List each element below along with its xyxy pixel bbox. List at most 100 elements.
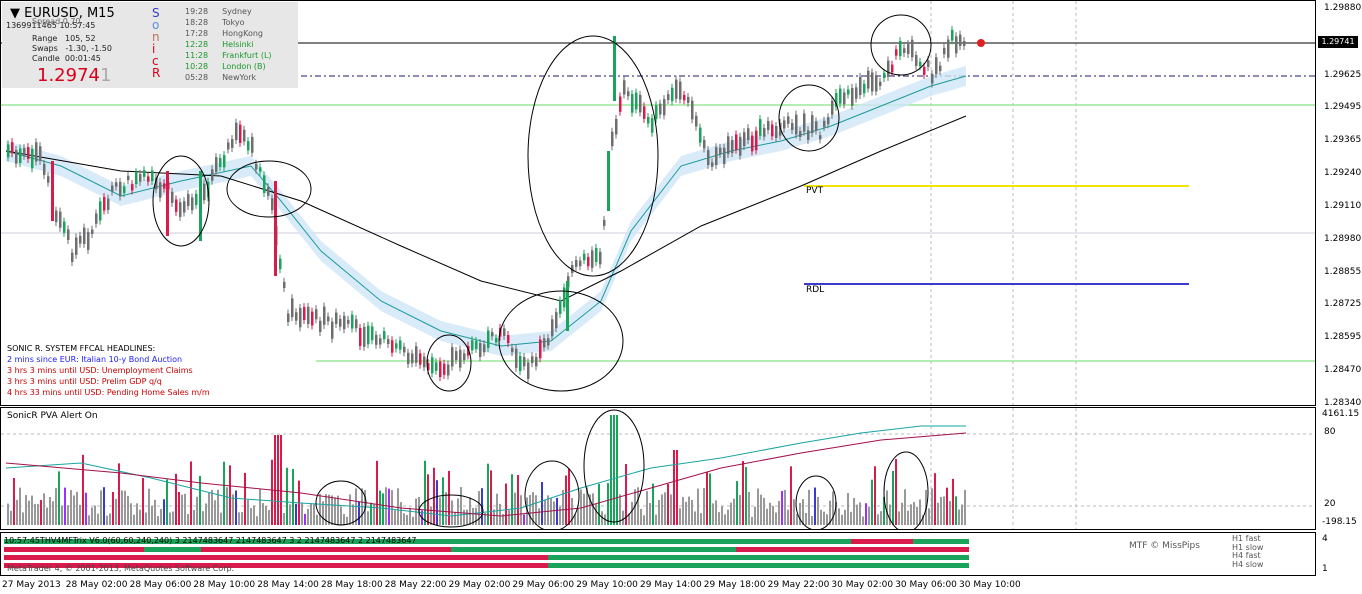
candle <box>683 90 686 105</box>
candle <box>519 351 522 376</box>
volume-bar <box>457 498 459 525</box>
volume-bar <box>679 508 681 525</box>
volume-bar <box>343 514 345 525</box>
volume-bar <box>508 510 510 525</box>
session-row: 19:28 Sydney <box>185 7 252 16</box>
candle <box>95 209 98 228</box>
volume-bar <box>331 495 333 525</box>
volume-indicator-canvas[interactable] <box>1 408 1315 529</box>
candle <box>243 125 246 146</box>
volume-bar <box>172 511 174 525</box>
volume-bar <box>664 492 666 525</box>
volume-bar <box>460 487 462 525</box>
candle <box>295 308 298 325</box>
news-headlines: SONIC R. SYSTEM FFCAL HEADLINES: 2 mins … <box>7 343 210 398</box>
volume-bar <box>64 487 66 525</box>
candle <box>875 71 878 96</box>
volume-bar <box>154 499 156 525</box>
volume-bar <box>826 514 828 525</box>
time-tick: 28 May 22:00 <box>384 580 447 590</box>
volume-bar <box>961 504 963 525</box>
candle <box>371 322 374 345</box>
candle <box>315 305 318 324</box>
volume-bar <box>763 497 765 525</box>
volume-bar <box>691 499 693 525</box>
volume-tick: 80 <box>1324 427 1336 437</box>
candle <box>379 334 382 349</box>
price-tick: 1.29495 <box>1324 102 1362 112</box>
volume-bar <box>694 511 696 525</box>
session-row: 17:28 HongKong <box>185 29 263 38</box>
time-tick: 30 May 06:00 <box>895 580 957 590</box>
volume-bar <box>772 505 774 525</box>
volume-bar <box>265 506 267 525</box>
price-chart-pane[interactable]: ▼ EURUSD, M15 1369911465 10:57:45 Spread… <box>0 0 1316 406</box>
volume-bar <box>520 495 522 525</box>
volume-bar <box>85 492 87 525</box>
candle <box>739 132 742 160</box>
volume-bar <box>499 503 501 525</box>
volume-bar <box>196 496 198 525</box>
volume-bar <box>805 512 807 525</box>
volume-bar <box>556 497 558 525</box>
volume-bar <box>28 500 30 525</box>
volume-bar <box>577 508 579 525</box>
volume-bar <box>799 503 801 525</box>
candle-row: Candle 00:01:45 <box>32 54 101 63</box>
volume-indicator-pane[interactable]: SonicR PVA Alert On <box>0 407 1316 530</box>
volume-bar <box>655 514 657 525</box>
volume-bar <box>550 498 552 525</box>
trix-indicator-pane[interactable]: 10:57:45THV4MFTrix V6.0(60,60,240,240) 3… <box>0 532 1316 576</box>
volume-bar <box>10 510 12 525</box>
candle <box>431 353 434 378</box>
spread-value: 0.70 <box>62 17 81 26</box>
volume-bar <box>808 489 810 525</box>
volume-bar <box>61 505 63 525</box>
volume-bar <box>568 468 570 525</box>
volume-bar <box>307 508 309 525</box>
candle <box>579 256 582 271</box>
candle <box>79 231 82 248</box>
trix-strip-segment <box>4 555 548 560</box>
volume-bar <box>286 467 288 525</box>
candle <box>887 56 890 81</box>
candle <box>535 352 538 371</box>
volume-bar <box>766 508 768 525</box>
volume-bar <box>106 515 108 525</box>
volume-bar <box>751 516 753 525</box>
candle <box>247 137 250 155</box>
volume-bar <box>580 489 582 525</box>
price-tick: 1.29110 <box>1324 201 1362 211</box>
volume-bar <box>397 488 399 525</box>
candle <box>695 111 698 131</box>
volume-bar <box>712 503 714 525</box>
volume-bar <box>949 501 951 525</box>
volume-bar <box>121 490 123 525</box>
price-tick: 1.28725 <box>1324 299 1362 309</box>
candle <box>399 336 402 354</box>
session-time: 05:28 <box>185 73 209 82</box>
session-time: 10:28 <box>185 62 209 71</box>
candle <box>663 95 666 120</box>
volume-bar <box>142 477 144 525</box>
range-row: Range 105, 52 <box>32 34 96 43</box>
swaps-value: -1.30, -1.50 <box>65 44 112 53</box>
dropdown-icon[interactable]: ▼ <box>10 6 20 21</box>
volume-bar <box>673 450 675 525</box>
candle <box>351 310 354 333</box>
volume-bar <box>274 435 276 525</box>
candle <box>51 161 54 221</box>
time-tick: 28 May 02:00 <box>65 580 128 590</box>
trix-strip-segment <box>451 547 736 552</box>
volume-bar <box>160 509 162 525</box>
trix-strip-segment <box>851 539 913 544</box>
volume-bar <box>787 509 789 525</box>
volume-bar <box>640 508 642 525</box>
volume-bar <box>475 507 477 525</box>
candle <box>679 77 682 104</box>
candle <box>83 223 86 248</box>
volume-bar <box>394 510 396 525</box>
volume-bar <box>214 500 216 525</box>
volume-bar <box>157 516 159 525</box>
volume-bar <box>319 493 321 525</box>
